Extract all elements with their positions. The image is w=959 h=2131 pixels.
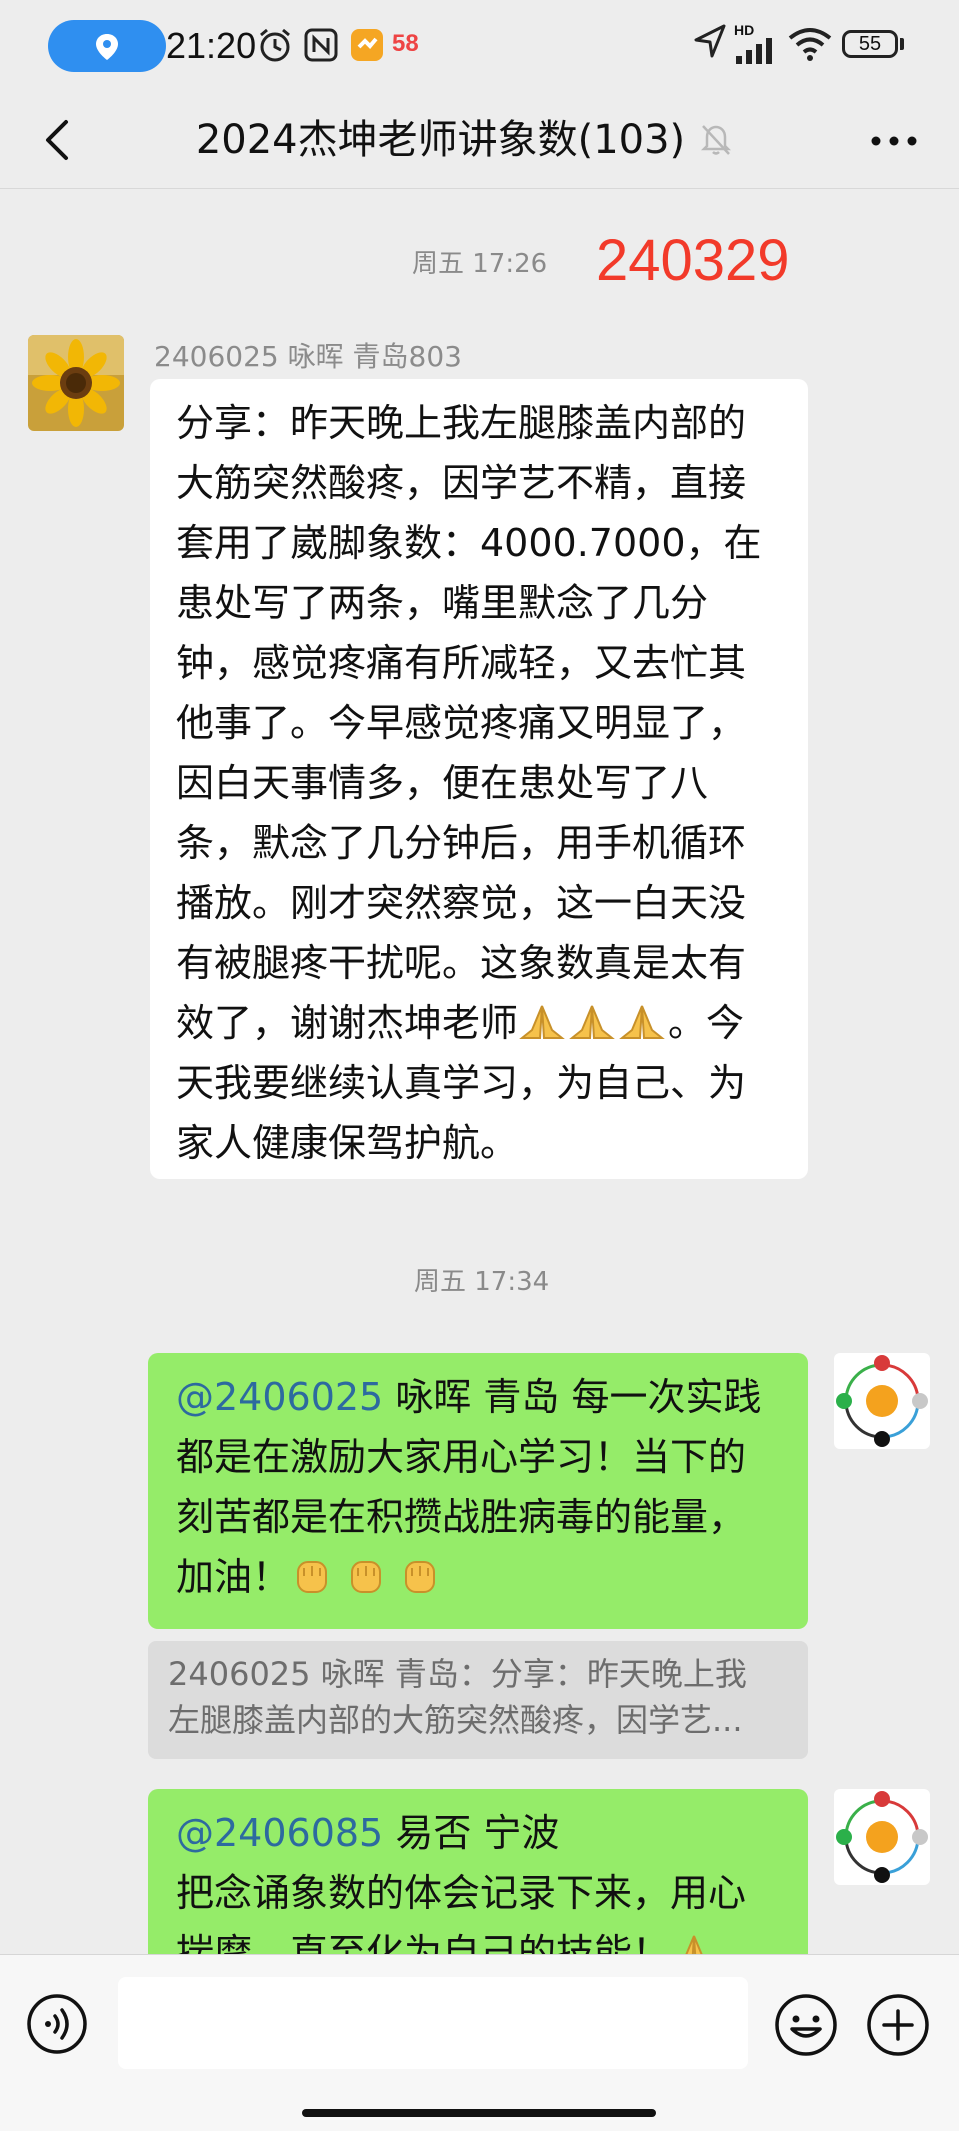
app-notification-icon [351,29,383,61]
bagua-avatar-icon [836,1355,928,1447]
message-text: 加油！ [176,1555,291,1599]
message-line: 刻苦都是在积攒战胜病毒的能量， [176,1495,747,1539]
message-line: 因白天事情多，便在患处写了八 [176,761,709,805]
bell-off-icon [701,125,732,155]
mention-link[interactable]: @2406025 [176,1375,383,1419]
timestamp: 周五 17:34 [414,1267,550,1297]
status-time: 21:20 [166,25,257,66]
praying-hands-icon [519,1005,565,1039]
quote-line: 左腿膝盖内部的大筋突然酸疼，因学艺... [168,1701,743,1739]
message-bubble-2[interactable]: @2406025 咏晖 青岛 每一次实践 都是在激励大家用心学习！当下的 刻苦都… [148,1353,808,1629]
sunflower-avatar-icon [28,335,124,431]
location-pin-icon [96,34,118,60]
message-text: 易否 宁波 [383,1811,560,1855]
raised-fist-icon [405,1561,436,1593]
message-line: 条，默念了几分钟后，用手机循环 [176,821,747,865]
message-line: 患处写了两条，嘴里默念了几分 [176,581,709,625]
red-date-annotation: 240329 [596,228,790,293]
more-dots-icon[interactable] [864,116,924,166]
wifi-icon [788,28,832,61]
message-line: 钟，感觉疼痛有所减轻，又去忙其 [176,641,747,685]
quoted-reply[interactable]: 2406025 咏晖 青岛：分享：昨天晚上我 左腿膝盖内部的大筋突然酸疼，因学艺… [148,1641,808,1759]
message-line: @2406025 咏晖 青岛 每一次实践 [176,1367,780,1427]
chat-header: 2024杰坤老师讲象数(103) [0,92,959,189]
message-text: 。今 [668,1001,745,1045]
plus-icon[interactable] [866,1993,930,2057]
message-text: 揣摩，直至化为自己的技能！ [176,1931,671,1954]
message-text: 效了，谢谢杰坤老师 [176,1001,519,1045]
message-text: 咏晖 青岛 每一次实践 [383,1375,762,1419]
praying-hands-icon [685,1935,703,1954]
message-bubble-1[interactable]: 分享：昨天晚上我左腿膝盖内部的 大筋突然酸疼，因学艺不精，直接 套用了崴脚象数：… [150,379,808,1179]
avatar[interactable] [834,1353,930,1449]
message-line: 家人健康保驾护航。 [176,1121,519,1165]
chat-area[interactable]: 周五 17:26 240329 2406025 咏晖 青岛803 分享：昨天晚上… [0,189,959,1954]
timestamp: 周五 17:26 [412,249,548,279]
praying-hands-icon [569,1005,615,1039]
chat-title: 2024杰坤老师讲象数(103) [195,117,686,163]
message-line: 天我要继续认真学习，为自己、为 [176,1061,747,1105]
voice-icon[interactable] [26,1993,88,2055]
message-line: 效了，谢谢杰坤老师 。今 [176,993,782,1053]
message-line: 套用了崴脚象数：4000.7000，在 [176,521,762,565]
alarm-clock-icon [260,28,290,62]
signal-icon [736,38,772,64]
message-line: 加油！ [176,1547,780,1607]
battery-tip [900,38,904,50]
message-line: 分享：昨天晚上我左腿膝盖内部的 [176,401,747,445]
avatar[interactable] [834,1789,930,1885]
message-line: 把念诵象数的体会记录下来，用心 [176,1871,747,1915]
message-line: 都是在激励大家用心学习！当下的 [176,1435,747,1479]
message-line: 他事了。今早感觉疼痛又明显了， [176,701,747,745]
location-indicator[interactable] [48,20,166,72]
quote-line: 2406025 咏晖 青岛：分享：昨天晚上我 [168,1655,747,1693]
message-line: @2406085 易否 宁波 [176,1803,780,1863]
avatar[interactable] [28,335,124,431]
app-58-icon: 58 [392,30,419,57]
raised-fist-icon [297,1561,328,1593]
navigation-icon [694,24,726,58]
smile-icon[interactable] [774,1993,838,2057]
mention-link[interactable]: @2406085 [176,1811,383,1855]
battery-indicator: 55 [842,30,898,58]
bagua-avatar-icon [836,1791,928,1883]
message-line: 播放。刚才突然察觉，这一白天没 [176,881,747,925]
sender-name: 2406025 咏晖 青岛803 [154,340,462,373]
raised-fist-icon [351,1561,382,1593]
praying-hands-icon [619,1005,665,1039]
nfc-icon [304,28,338,62]
message-line: 揣摩，直至化为自己的技能！ [176,1923,780,1954]
message-line: 大筋突然酸疼，因学艺不精，直接 [176,461,747,505]
status-bar: 21:20 58 HD 55 [0,0,959,92]
input-bar [0,1954,959,2131]
home-indicator[interactable] [302,2109,656,2117]
message-bubble-3[interactable]: @2406085 易否 宁波 把念诵象数的体会记录下来，用心 揣摩，直至化为自己… [148,1789,808,1954]
message-input[interactable] [118,1977,748,2069]
message-line: 有被腿疼干扰呢。这象数真是太有 [176,941,747,985]
